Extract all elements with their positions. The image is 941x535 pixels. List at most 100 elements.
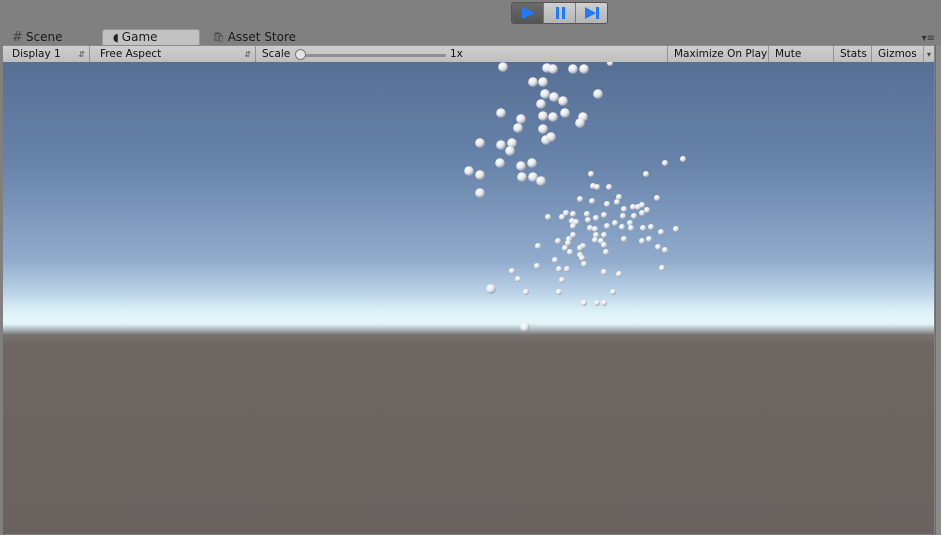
scale-slider[interactable] xyxy=(301,54,446,57)
gizmos-dropdown[interactable]: Gizmos ▾ xyxy=(872,46,934,63)
sphere xyxy=(527,158,537,168)
sphere xyxy=(538,124,548,134)
step-button[interactable] xyxy=(576,3,607,23)
maximize-on-play-toggle[interactable]: Maximize On Play xyxy=(668,46,769,63)
scale-slider-handle[interactable] xyxy=(295,49,306,60)
sphere xyxy=(555,238,561,244)
sphere xyxy=(516,114,526,124)
sphere xyxy=(536,99,546,109)
sphere xyxy=(648,224,654,230)
sphere xyxy=(593,232,599,238)
sphere xyxy=(628,225,634,231)
aspect-dropdown[interactable]: Free Aspect ⇵ xyxy=(94,46,256,63)
sphere xyxy=(546,132,556,142)
play-icon xyxy=(521,7,535,19)
sphere xyxy=(562,245,568,251)
stats-toggle[interactable]: Stats xyxy=(834,46,872,63)
scale-label: Scale xyxy=(262,48,291,60)
sphere xyxy=(601,212,607,218)
sphere xyxy=(658,229,664,235)
sphere xyxy=(516,161,526,171)
sphere xyxy=(588,171,594,177)
editor-tabs: # Scene ◖ Game 🛍 Asset Store ▾≡ xyxy=(0,29,941,45)
sphere xyxy=(558,96,568,106)
pause-button[interactable] xyxy=(544,3,576,23)
sphere xyxy=(593,215,599,221)
sphere xyxy=(496,108,506,118)
sphere xyxy=(536,176,546,186)
step-icon xyxy=(584,7,599,19)
sphere xyxy=(515,276,521,282)
sphere xyxy=(627,220,633,226)
game-viewport[interactable] xyxy=(3,62,934,534)
sphere xyxy=(639,202,645,208)
sphere xyxy=(538,77,548,87)
sphere xyxy=(575,118,585,128)
grid-hash-icon: # xyxy=(12,29,23,45)
tab-game[interactable]: ◖ Game xyxy=(102,29,200,45)
sphere xyxy=(505,146,515,156)
sphere xyxy=(581,300,587,306)
sphere xyxy=(563,210,569,216)
sphere xyxy=(475,170,485,180)
sphere xyxy=(538,111,548,121)
sphere xyxy=(616,194,622,200)
scene-spheres xyxy=(464,62,686,332)
sphere xyxy=(654,195,660,201)
sphere xyxy=(619,224,625,230)
tab-scene[interactable]: # Scene xyxy=(12,29,63,45)
toggle-label: Maximize On Play xyxy=(674,48,768,60)
sphere xyxy=(464,166,474,176)
sphere xyxy=(579,255,585,261)
updown-arrows-icon: ⇵ xyxy=(78,50,85,59)
sphere xyxy=(587,225,593,231)
play-controls xyxy=(511,2,608,24)
toggle-label: Gizmos xyxy=(878,48,917,60)
sphere xyxy=(577,245,583,251)
shopping-bag-icon: 🛍 xyxy=(212,31,225,43)
pacman-icon: ◖ xyxy=(113,31,119,44)
tab-asset-store[interactable]: 🛍 Asset Store xyxy=(212,29,296,45)
sphere xyxy=(509,268,515,274)
sphere xyxy=(507,138,517,148)
sphere xyxy=(631,213,637,219)
display-value: Display 1 xyxy=(12,48,61,60)
mute-audio-toggle[interactable]: Mute Audio xyxy=(769,46,834,77)
sphere xyxy=(592,226,598,232)
sphere xyxy=(523,289,529,295)
sphere xyxy=(621,236,627,242)
sphere xyxy=(556,266,562,272)
sphere xyxy=(475,188,485,198)
sphere xyxy=(601,242,607,248)
display-dropdown[interactable]: Display 1 ⇵ xyxy=(6,46,90,63)
sphere xyxy=(559,277,565,283)
panel-menu-icon[interactable]: ▾≡ xyxy=(922,33,935,44)
toggle-label: Stats xyxy=(840,48,867,60)
sphere xyxy=(584,211,590,217)
sphere xyxy=(495,158,505,168)
play-button[interactable] xyxy=(512,3,544,23)
sphere xyxy=(655,244,661,250)
sphere xyxy=(585,217,591,223)
sphere xyxy=(579,64,589,74)
sphere xyxy=(567,249,573,255)
sphere xyxy=(548,64,558,74)
sphere xyxy=(549,92,559,102)
sphere xyxy=(592,237,598,243)
sphere xyxy=(581,261,587,267)
sphere xyxy=(604,223,610,229)
sphere xyxy=(662,160,668,166)
sphere xyxy=(589,198,595,204)
sphere xyxy=(486,284,496,294)
sphere xyxy=(680,156,686,162)
sphere xyxy=(620,213,626,219)
sphere xyxy=(475,138,485,148)
pause-icon xyxy=(555,7,565,19)
sphere xyxy=(673,226,679,232)
dropdown-arrow-icon: ▾ xyxy=(922,46,931,63)
sphere xyxy=(513,123,523,133)
scrollbar[interactable] xyxy=(935,45,941,535)
sphere xyxy=(607,62,613,66)
sphere xyxy=(534,263,540,269)
sphere xyxy=(601,300,607,306)
